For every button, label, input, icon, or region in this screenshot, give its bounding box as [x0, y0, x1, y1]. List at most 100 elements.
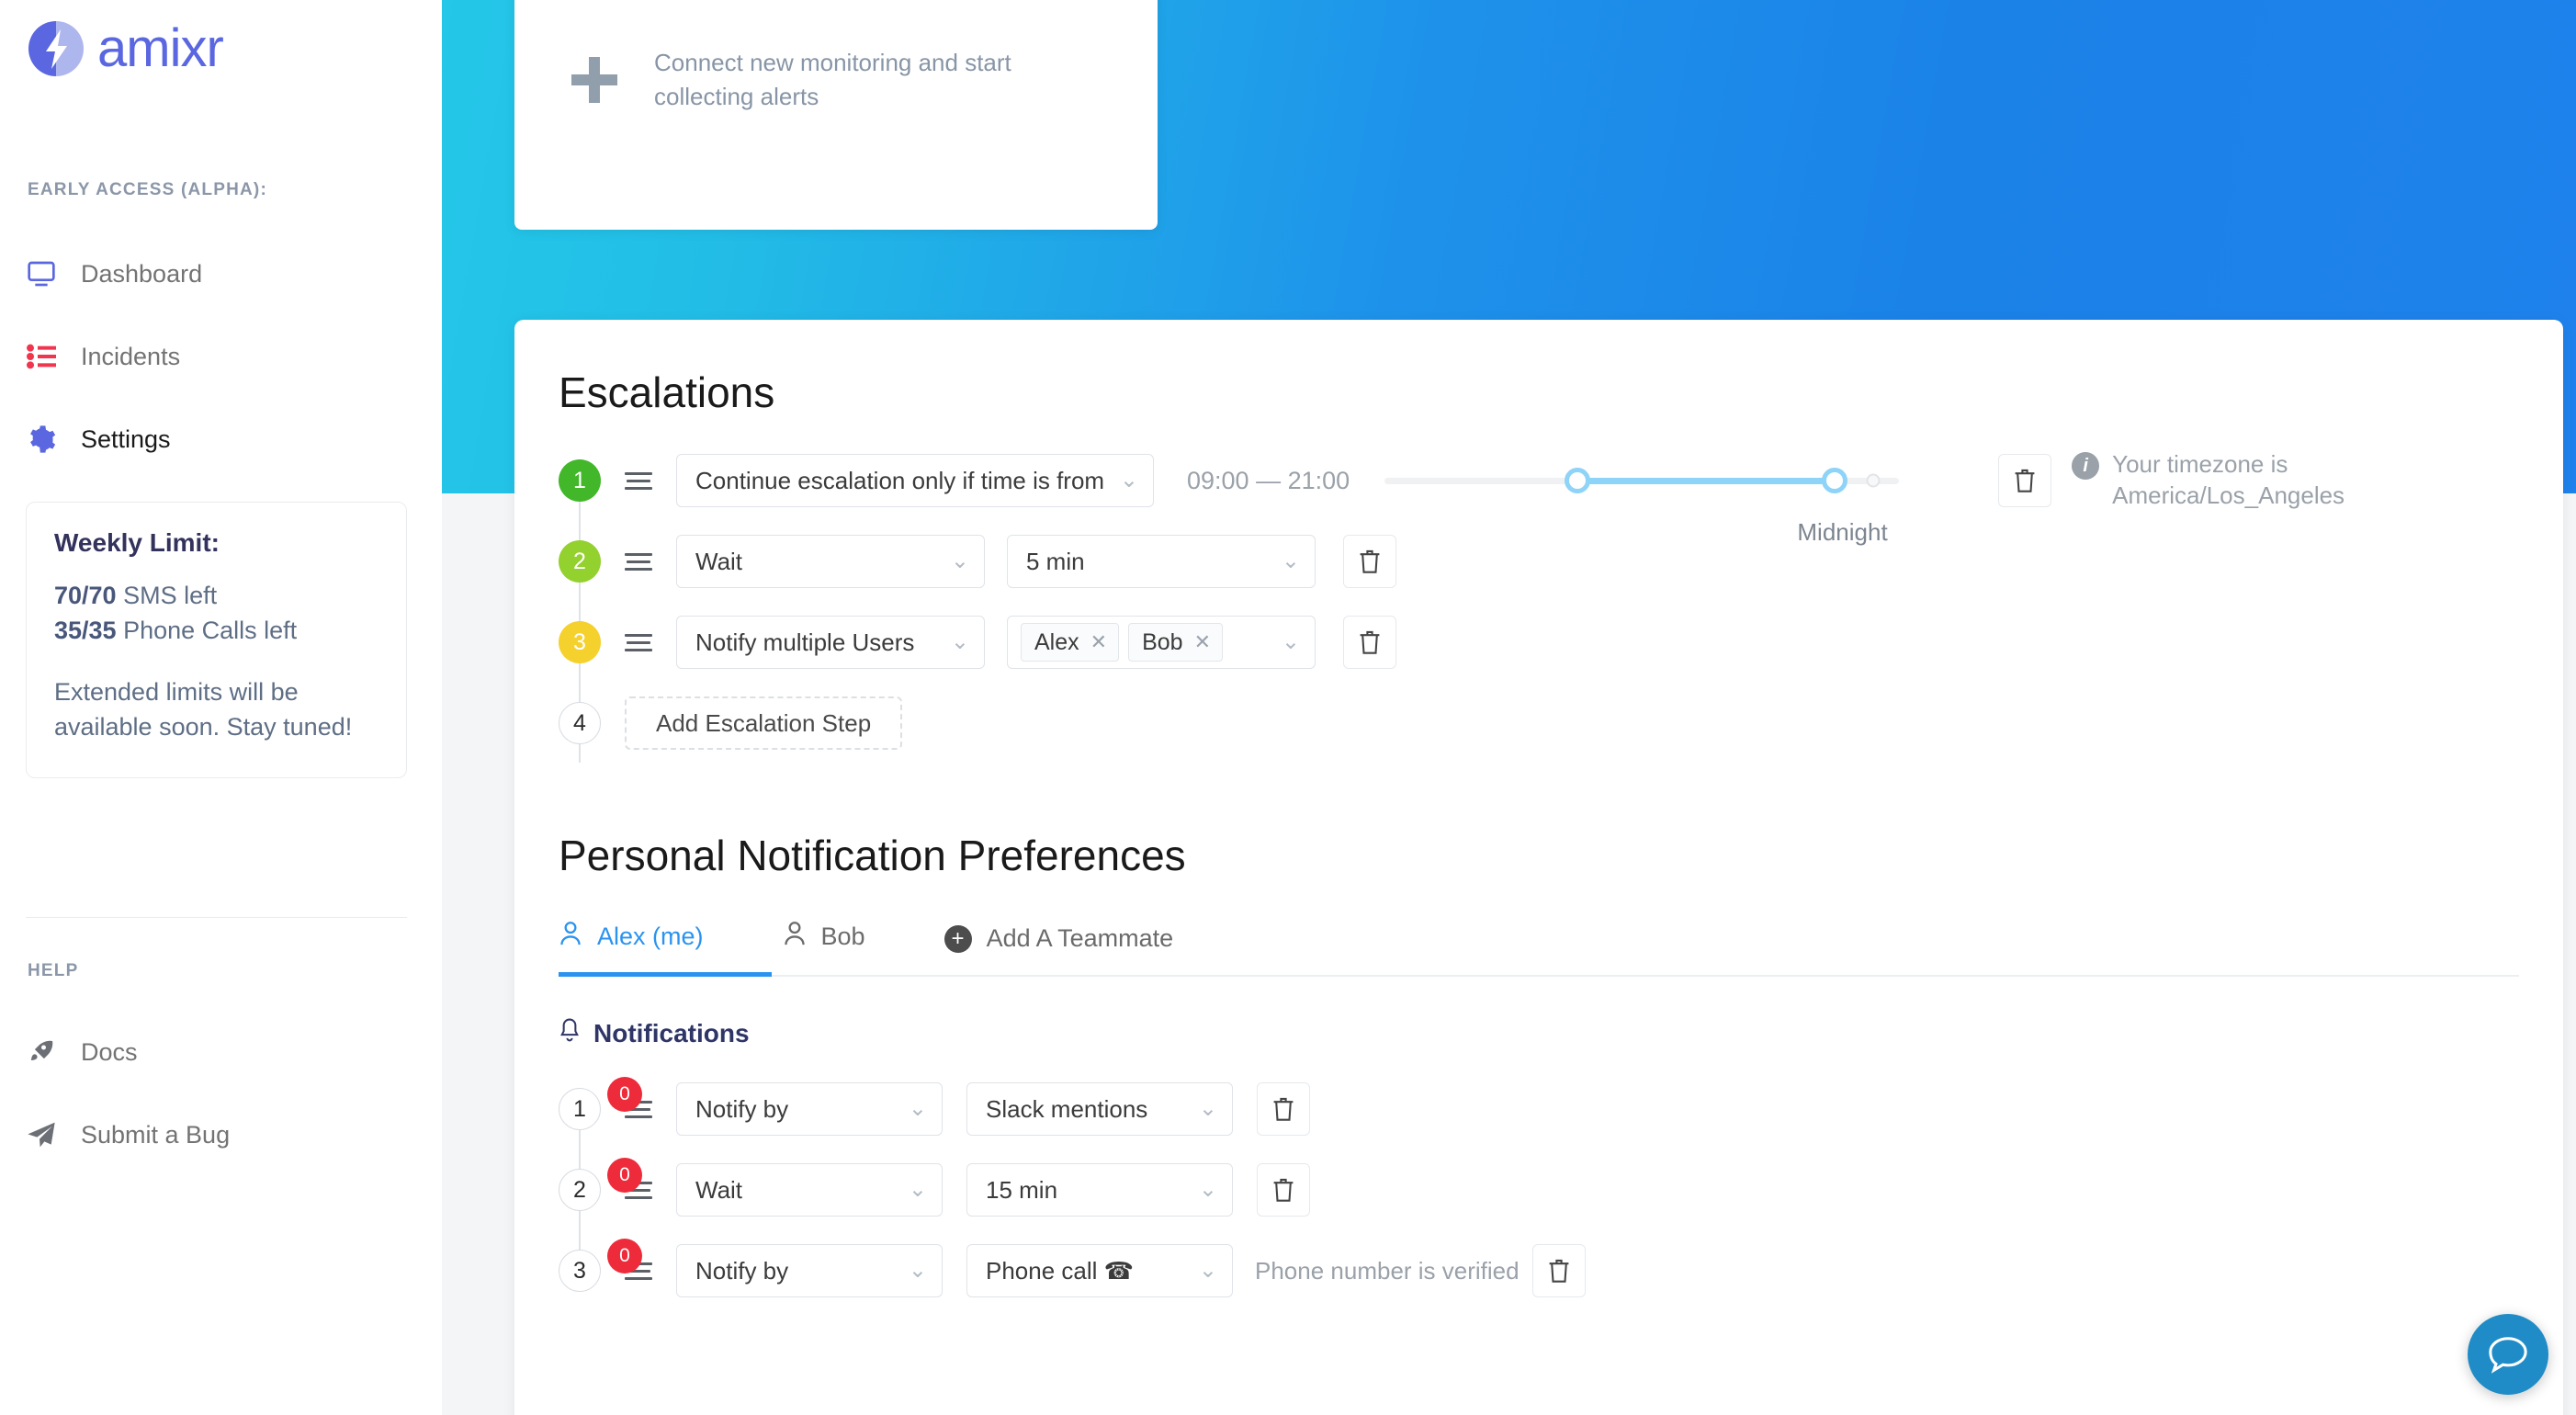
teammate-tabs: Alex (me) Bob + Add A Teammate: [559, 921, 2519, 977]
delete-notification-button-2[interactable]: [1257, 1163, 1310, 1217]
user-tag-bob[interactable]: Bob ✕: [1128, 623, 1223, 662]
notification-action-select-1[interactable]: Notify by ⌄: [676, 1082, 943, 1136]
delete-step-button-2[interactable]: [1343, 535, 1396, 588]
slider-range-fill: [1577, 477, 1836, 484]
list-icon: [26, 341, 57, 372]
tab-label: Alex (me): [597, 923, 704, 950]
step-number-badge: 3: [559, 621, 601, 663]
notification-step-number: 2: [573, 1176, 586, 1203]
delete-notification-button-3[interactable]: [1531, 1244, 1586, 1297]
escalation-action-select-3[interactable]: Notify multiple Users ⌄: [676, 616, 985, 669]
escalation-action-value: Notify multiple Users: [695, 628, 915, 656]
time-range-label: 09:00 — 21:00: [1187, 466, 1350, 494]
notification-row-2: 2 0 Wait ⌄ 15 min ⌄: [514, 1158, 2563, 1217]
notifications-heading-label: Notifications: [593, 1018, 750, 1047]
monitor-icon: [26, 258, 57, 289]
notification-step-number: 3: [573, 1257, 586, 1284]
time-range-slider[interactable]: Midnight: [1384, 454, 1900, 546]
early-access-label: EARLY ACCESS (ALPHA):: [28, 180, 267, 199]
escalation-step-1: 1 Continue escalation only if time is fr…: [514, 450, 2563, 546]
escalation-action-select-2[interactable]: Wait ⌄: [676, 535, 985, 588]
step-number-badge: 2: [559, 540, 601, 583]
chevron-down-icon: ⌄: [950, 629, 969, 654]
timezone-note: i Your timezone is America/Los_Angeles: [2072, 449, 2375, 512]
drag-handle[interactable]: [625, 471, 652, 490]
help-label: HELP: [28, 961, 79, 980]
notification-row-3: 3 0 Notify by ⌄ Phone call ☎ ⌄ Phone num…: [514, 1239, 2563, 1297]
notification-value-select-3[interactable]: Phone call ☎ ⌄: [966, 1244, 1233, 1297]
sidebar-item-label: Incidents: [81, 342, 181, 370]
app-logo[interactable]: amixr: [28, 20, 224, 77]
trash-icon: [1360, 549, 1380, 573]
slider-knob-start[interactable]: [1565, 468, 1591, 493]
notifications-heading: Notifications: [559, 1017, 2563, 1049]
connect-monitoring-text: Connect new monitoring and start collect…: [654, 49, 1011, 110]
notification-row-1: 1 0 Notify by ⌄ Slack mentions ⌄: [514, 1077, 2563, 1136]
notification-steps: 1 0 Notify by ⌄ Slack mentions ⌄ 2 0 Wai…: [514, 1077, 2563, 1297]
notification-action-value: Wait: [695, 1175, 743, 1204]
sms-limit-count: 70/70: [54, 582, 117, 609]
connect-monitoring-card[interactable]: Connect new monitoring and start collect…: [514, 0, 1158, 230]
chevron-down-icon: ⌄: [1198, 1258, 1217, 1283]
bell-icon: [559, 1017, 581, 1049]
chevron-down-icon: ⌄: [950, 549, 969, 573]
sidebar-item-dashboard[interactable]: Dashboard: [26, 255, 202, 292]
chevron-down-icon: ⌄: [908, 1096, 927, 1121]
notification-value-select-1[interactable]: Slack mentions ⌄: [966, 1082, 1233, 1136]
escalation-step-2: 2 Wait ⌄ 5 min ⌄: [514, 535, 2563, 588]
slider-knob-end[interactable]: [1822, 468, 1848, 493]
notification-count-badge: 0: [607, 1077, 642, 1112]
chevron-down-icon: ⌄: [1281, 549, 1300, 573]
amixr-bolt-icon: [28, 20, 85, 77]
notification-value: 15 min: [986, 1175, 1058, 1204]
trash-icon: [1549, 1259, 1569, 1283]
remove-tag-icon[interactable]: ✕: [1090, 630, 1107, 654]
drag-handle[interactable]: [625, 552, 652, 571]
escalation-users-select-3[interactable]: Alex ✕ Bob ✕ ⌄: [1007, 616, 1316, 669]
sidebar: amixr EARLY ACCESS (ALPHA): Dashboard In…: [0, 0, 442, 1415]
escalation-action-select-1[interactable]: Continue escalation only if time is from…: [676, 454, 1154, 507]
notification-value: Slack mentions: [986, 1094, 1148, 1123]
notification-count-badge: 0: [607, 1158, 642, 1193]
delete-notification-button-1[interactable]: [1257, 1082, 1310, 1136]
user-icon: [783, 921, 807, 953]
escalation-step-4: 4 Add Escalation Step: [514, 696, 2563, 750]
drag-handle[interactable]: [625, 633, 652, 651]
sidebar-item-incidents[interactable]: Incidents: [26, 338, 180, 375]
settings-card: Escalations 1 Continue escalation only i…: [514, 320, 2563, 1415]
slider-track: Midnight: [1384, 468, 1900, 546]
sidebar-item-label: Docs: [81, 1037, 138, 1066]
delete-step-button-1[interactable]: [1998, 454, 2052, 507]
notification-value-select-2[interactable]: 15 min ⌄: [966, 1163, 1233, 1217]
weekly-limit-title: Weekly Limit:: [54, 528, 220, 557]
rocket-icon: [26, 1036, 57, 1068]
notification-step-number: 1: [573, 1095, 586, 1122]
add-escalation-step-button[interactable]: Add Escalation Step: [625, 696, 903, 750]
notification-action-select-3[interactable]: Notify by ⌄: [676, 1244, 943, 1297]
calls-limit-count: 35/35: [54, 617, 117, 645]
calls-limit-line: 35/35 Phone Calls left: [54, 613, 378, 648]
tab-alex-me[interactable]: Alex (me): [559, 921, 704, 977]
sidebar-item-docs[interactable]: Docs: [26, 1034, 138, 1070]
sidebar-item-label: Submit a Bug: [81, 1120, 231, 1149]
connect-monitoring-inner: Connect new monitoring and start collect…: [571, 46, 1068, 114]
chevron-down-icon: ⌄: [1281, 629, 1300, 654]
notification-action-select-2[interactable]: Wait ⌄: [676, 1163, 943, 1217]
notification-step-badge: 2 0: [559, 1158, 642, 1211]
sms-limit-line: 70/70 SMS left: [54, 578, 378, 613]
sidebar-item-submit-a-bug[interactable]: Submit a Bug: [26, 1116, 230, 1153]
escalation-value-select-2[interactable]: 5 min ⌄: [1007, 535, 1316, 588]
escalation-step-3: 3 Notify multiple Users ⌄ Alex ✕ Bob ✕ ⌄: [514, 616, 2563, 669]
delete-step-button-3[interactable]: [1343, 616, 1396, 669]
plus-icon: [571, 56, 617, 103]
extended-limits-note: Extended limits will be available soon. …: [54, 677, 353, 741]
sidebar-item-label: Settings: [81, 424, 171, 453]
tab-bob[interactable]: Bob: [783, 921, 865, 977]
sidebar-item-settings[interactable]: Settings: [26, 421, 171, 458]
chevron-down-icon: ⌄: [1198, 1177, 1217, 1202]
step-number-badge: 1: [559, 459, 601, 502]
chat-widget-button[interactable]: [2468, 1314, 2548, 1395]
remove-tag-icon[interactable]: ✕: [1194, 630, 1211, 654]
user-tag-alex[interactable]: Alex ✕: [1021, 623, 1120, 662]
tab-add-a-teammate[interactable]: + Add A Teammate: [943, 924, 1173, 977]
